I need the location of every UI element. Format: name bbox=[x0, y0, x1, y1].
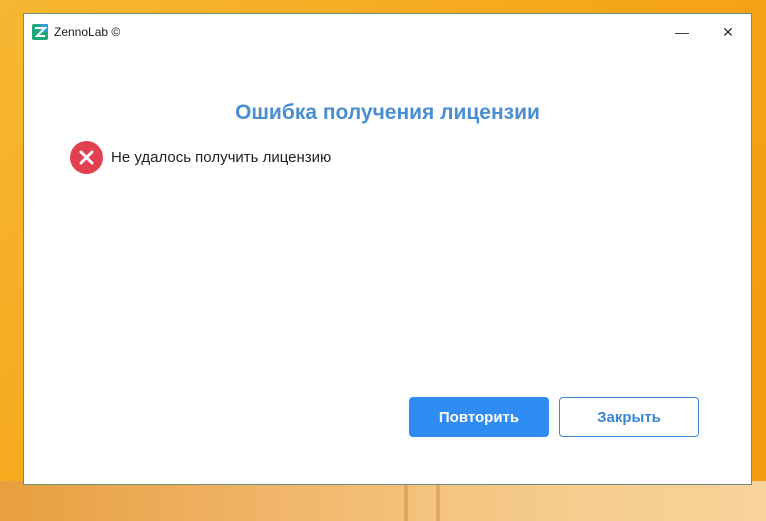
desktop-decoration bbox=[404, 481, 408, 521]
desktop-decoration bbox=[436, 481, 440, 521]
minimize-button[interactable]: — bbox=[659, 14, 705, 50]
retry-button[interactable]: Повторить bbox=[409, 397, 549, 437]
close-button[interactable]: Закрыть bbox=[559, 397, 699, 437]
zennolab-logo-icon bbox=[32, 24, 48, 40]
desktop-taskbar-area bbox=[0, 481, 766, 521]
error-icon bbox=[70, 141, 103, 174]
dialog-title: Ошибка получения лицензии bbox=[235, 101, 540, 124]
error-message-row: Не удалось получить лицензию bbox=[70, 141, 331, 174]
close-window-button[interactable]: ✕ bbox=[705, 14, 751, 50]
close-icon: ✕ bbox=[722, 23, 734, 40]
license-error-window: ZennoLab © — ✕ Ошибка получения лицензии… bbox=[23, 13, 752, 485]
title-bar[interactable]: ZennoLab © — ✕ bbox=[24, 14, 751, 50]
window-title: ZennoLab © bbox=[54, 25, 121, 39]
minimize-icon: — bbox=[675, 24, 689, 40]
error-message: Не удалось получить лицензию bbox=[111, 149, 332, 166]
